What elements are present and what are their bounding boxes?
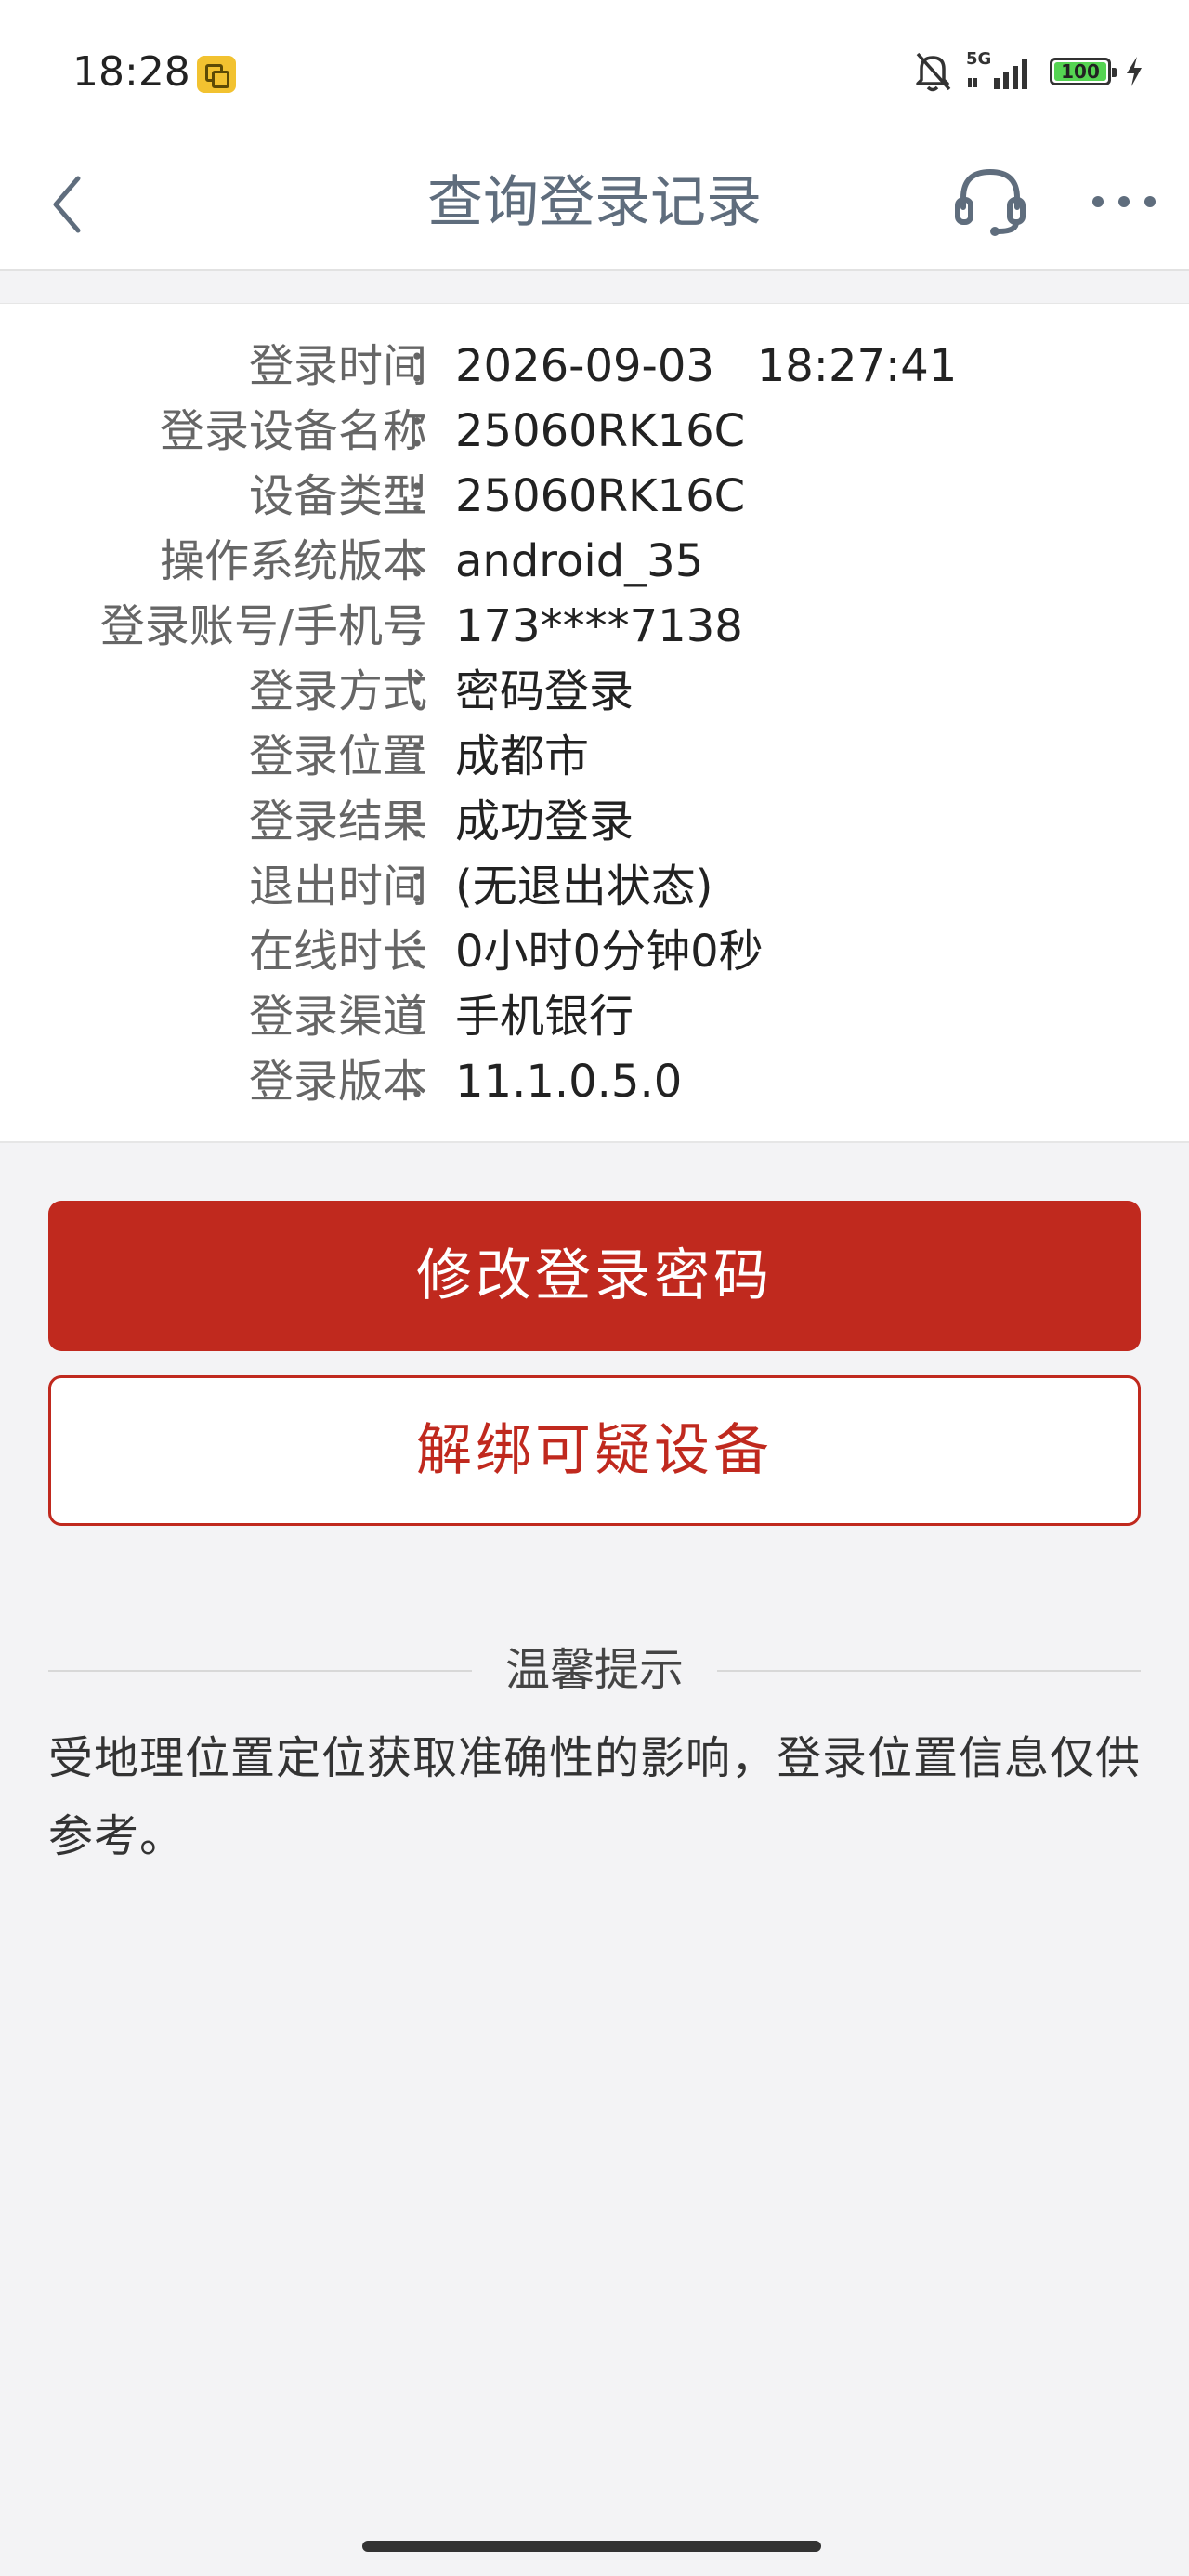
signal-bars-icon <box>968 59 1027 89</box>
home-indicator[interactable] <box>362 2541 821 2552</box>
info-row-channel: 登录渠道 ： 手机银行 <box>0 984 1189 1049</box>
info-row-device-name: 登录设备名称 ： 25060RK16C <box>0 399 1189 464</box>
info-row-login-method: 登录方式 ： 密码登录 <box>0 659 1189 724</box>
info-value: 2026-09-03 18:27:41 <box>455 340 958 392</box>
info-value: 11.1.0.5.0 <box>455 1056 683 1108</box>
info-label: 设备类型 <box>248 470 427 522</box>
status-time: 18:28 <box>72 48 190 96</box>
info-row-location: 登录位置 ： 成都市 <box>0 724 1189 789</box>
info-value: 成都市 <box>455 730 590 782</box>
info-label: 登录账号/手机号 <box>99 600 427 652</box>
info-value: 0小时0分钟0秒 <box>455 926 764 978</box>
status-icons: 5G 100 <box>912 48 1144 95</box>
info-row-login-time: 登录时间 ： 2026-09-03 18:27:41 <box>0 334 1189 399</box>
info-label: 在线时长 <box>248 926 427 978</box>
info-value: 25060RK16C <box>455 405 746 457</box>
unbind-device-button[interactable]: 解绑可疑设备 <box>48 1375 1141 1526</box>
info-value: 173****7138 <box>455 600 743 652</box>
info-label: 登录时间 <box>248 340 427 392</box>
info-value: android_35 <box>455 535 704 587</box>
headset-icon[interactable] <box>952 163 1028 239</box>
info-row-device-type: 设备类型 ： 25060RK16C <box>0 464 1189 529</box>
info-value: 密码登录 <box>455 665 634 717</box>
info-row-app-version: 登录版本 ： 11.1.0.5.0 <box>0 1049 1189 1114</box>
info-label: 登录版本 <box>248 1056 427 1108</box>
status-bar: 18:28 5G 100 <box>0 0 1189 139</box>
info-value: 成功登录 <box>455 795 634 848</box>
info-label: 操作系统版本 <box>159 535 427 587</box>
info-row-online-duration: 在线时长 ： 0小时0分钟0秒 <box>0 919 1189 984</box>
info-row-result: 登录结果 ： 成功登录 <box>0 789 1189 854</box>
signal-indicator: 5G <box>966 50 1037 93</box>
info-value: 手机银行 <box>455 991 634 1043</box>
charging-bolt-icon <box>1127 57 1142 86</box>
info-label: 登录设备名称 <box>159 405 427 457</box>
info-value: 25060RK16C <box>455 470 746 522</box>
info-label: 登录渠道 <box>248 991 427 1043</box>
info-label: 登录位置 <box>248 730 427 782</box>
info-label: 退出时间 <box>248 861 427 913</box>
notification-copy-icon <box>197 56 236 93</box>
battery-level: 100 <box>1061 60 1100 83</box>
battery-icon: 100 <box>1050 58 1117 85</box>
info-row-os-version: 操作系统版本 ： android_35 <box>0 529 1189 594</box>
info-row-account: 登录账号/手机号 ： 173****7138 <box>0 594 1189 659</box>
tips-text: 受地理位置定位获取准确性的影响，登录位置信息仅供参考。 <box>48 1732 1142 1862</box>
info-row-logout-time: 退出时间 ： (无退出状态) <box>0 854 1189 919</box>
change-password-button[interactable]: 修改登录密码 <box>48 1201 1141 1351</box>
more-dots-icon[interactable] <box>1087 178 1161 225</box>
tips-header: 温馨提示 <box>48 1637 1141 1702</box>
mute-bell-icon <box>916 52 951 92</box>
info-value: (无退出状态) <box>455 861 713 913</box>
info-label: 登录方式 <box>248 665 427 717</box>
login-record-card: 登录时间 ： 2026-09-03 18:27:41 登录设备名称 ： 2506… <box>0 303 1189 1143</box>
nav-bar: 查询登录记录 <box>0 139 1189 271</box>
divider <box>717 1670 1141 1672</box>
info-label: 登录结果 <box>248 795 427 848</box>
